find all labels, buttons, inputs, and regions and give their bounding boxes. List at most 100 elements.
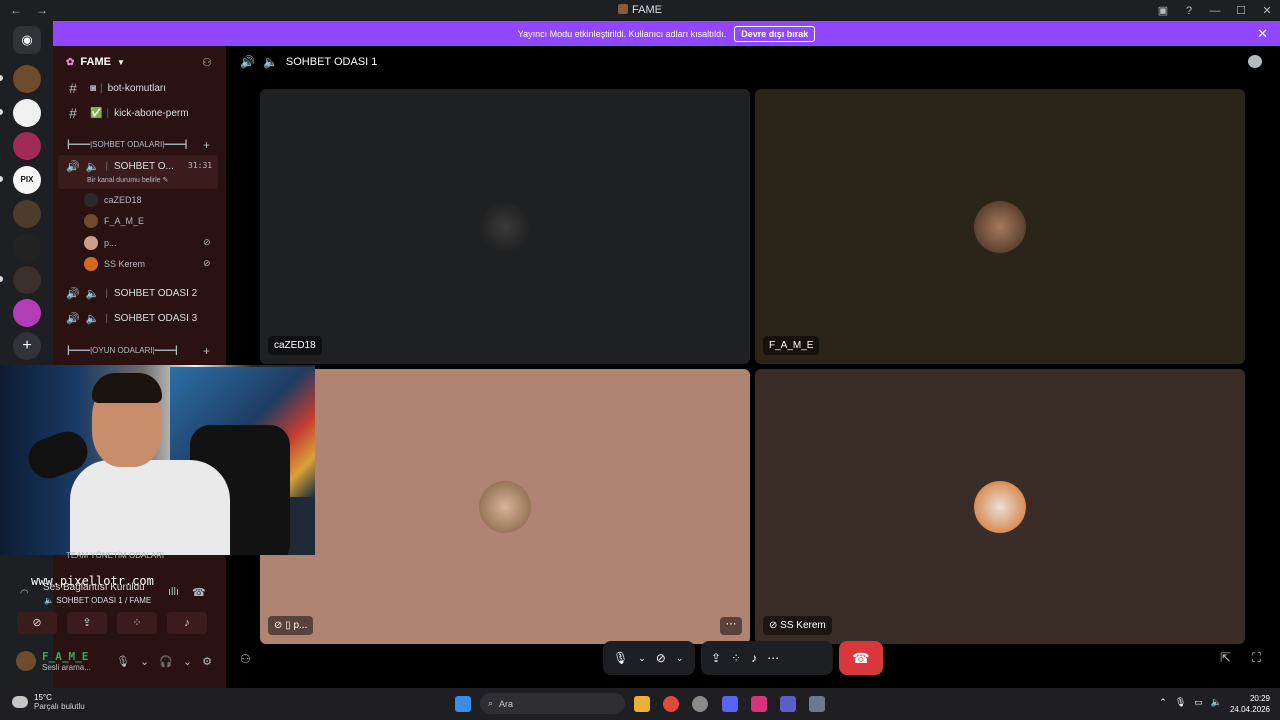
- share-screen-icon[interactable]: ⇪: [711, 651, 721, 665]
- chat-icon[interactable]: [1248, 55, 1262, 68]
- microphone-icon[interactable]: 🎙: [613, 651, 628, 665]
- participant-name: p...: [293, 620, 308, 631]
- teams-icon[interactable]: [780, 696, 796, 712]
- streamer-mode-banner: Yayıncı Modu etkinleştirildi. Kullanıcı …: [53, 21, 1280, 46]
- voice-channel[interactable]: 🔊 🔈 | SOHBET ODASI 2: [62, 287, 197, 300]
- soundboard-icon[interactable]: ♪: [751, 651, 757, 665]
- temperature: 15°C: [34, 693, 52, 702]
- camera-off-icon[interactable]: ⊘: [656, 651, 666, 665]
- title-bar: ← → FAME ▣ ? — ☐ ✕: [0, 0, 1280, 21]
- add-channel-icon[interactable]: +: [203, 138, 210, 152]
- add-member-icon[interactable]: ⚇: [202, 56, 212, 69]
- server-icon[interactable]: [13, 266, 41, 294]
- toggle-camera-button[interactable]: ⊘: [17, 612, 57, 634]
- more-icon[interactable]: ⋯: [767, 651, 779, 665]
- discord-home-icon[interactable]: ◉: [13, 26, 41, 54]
- category-sohbet-odalari[interactable]: ┣━━━━|SOHBET ODALARI|━━━━┫: [66, 140, 188, 149]
- voice-user[interactable]: F_A_M_E: [84, 214, 144, 228]
- microphone-icon[interactable]: 🎙: [1175, 697, 1186, 708]
- participant-name: F_A_M_E: [763, 336, 820, 355]
- voice-channel[interactable]: 🔊 🔈 | SOHBET ODASI 3: [62, 312, 197, 325]
- avatar: [84, 257, 98, 271]
- chevron-down-icon[interactable]: ⌄: [183, 655, 192, 668]
- video-tile[interactable]: ⊘ SS Kerem: [755, 369, 1245, 644]
- participant-name: SS Kerem: [780, 620, 826, 631]
- file-explorer-icon[interactable]: [634, 696, 650, 712]
- channel-kick-abone-perm[interactable]: # ✅ | kick-abone-perm: [62, 105, 188, 121]
- avatar: [84, 214, 98, 228]
- signal-icon[interactable]: ◠: [20, 588, 29, 599]
- voice-user[interactable]: caZED18: [84, 193, 142, 207]
- more-options-icon[interactable]: ⋯: [720, 617, 742, 635]
- app-icon: [618, 4, 629, 14]
- add-channel-icon[interactable]: +: [203, 344, 210, 358]
- microphone-icon[interactable]: 🎙: [116, 655, 130, 668]
- server-icon[interactable]: [13, 299, 41, 327]
- channel-bot-komutlari[interactable]: # ◙ | bot-komutları: [62, 80, 166, 96]
- server-icon[interactable]: [13, 233, 41, 261]
- checkmark-icon: ✅: [90, 107, 103, 119]
- popout-icon[interactable]: ⇱: [1220, 650, 1231, 666]
- server-icon[interactable]: [13, 65, 41, 93]
- category-team-yonetim[interactable]: TEAM YÖNETİM ODALARI: [66, 551, 164, 560]
- fullscreen-icon[interactable]: ⛶: [1252, 650, 1261, 666]
- channel-status[interactable]: Bir kanal durumu belirle ✎: [87, 176, 168, 184]
- video-tile[interactable]: F_A_M_E: [755, 89, 1245, 364]
- screen-icon[interactable]: ▣: [1150, 4, 1176, 17]
- headphones-icon[interactable]: 🎧: [159, 655, 173, 668]
- gear-icon[interactable]: ⚙: [202, 655, 212, 668]
- server-icon[interactable]: [13, 99, 41, 127]
- minimize-button[interactable]: —: [1202, 5, 1228, 17]
- chevron-down-icon[interactable]: ⌄: [676, 653, 684, 664]
- video-tile[interactable]: ⊘ ▯ p... ⋯: [260, 369, 750, 644]
- voice-user-name: p...: [104, 238, 117, 248]
- share-screen-button[interactable]: ⇪: [67, 612, 107, 634]
- divider: |: [100, 82, 103, 94]
- maximize-button[interactable]: ☐: [1228, 4, 1254, 17]
- robot-icon: ◙: [90, 82, 97, 94]
- instagram-icon[interactable]: [751, 696, 767, 712]
- invite-icon[interactable]: ⚇: [240, 652, 251, 666]
- search-bar[interactable]: ⌕ Ara: [480, 693, 625, 714]
- speaker-icon: 🔊: [66, 313, 80, 325]
- close-window-button[interactable]: ✕: [1254, 4, 1280, 17]
- disconnect-icon[interactable]: ☎: [192, 586, 206, 599]
- soundboard-button[interactable]: ♪: [167, 612, 207, 634]
- server-icon[interactable]: [13, 200, 41, 228]
- voice-user[interactable]: SS Kerem: [84, 257, 145, 271]
- chevron-down-icon[interactable]: ⌄: [140, 655, 149, 668]
- chrome-icon[interactable]: [663, 696, 679, 712]
- person-hair: [92, 373, 162, 403]
- server-header[interactable]: ✿ FAME ▼: [66, 56, 125, 68]
- windows-start-icon[interactable]: [455, 696, 471, 712]
- activities-button[interactable]: ⁘: [117, 612, 157, 634]
- chevron-down-icon[interactable]: ⌄: [638, 653, 646, 664]
- network-icon[interactable]: ▭: [1194, 697, 1203, 708]
- discord-icon[interactable]: [722, 696, 738, 712]
- activities-icon[interactable]: ⁘: [731, 651, 741, 665]
- close-icon[interactable]: ✕: [1257, 26, 1268, 42]
- add-server-icon[interactable]: +: [13, 332, 41, 360]
- weather-widget[interactable]: 15°C Parçalı bulutlu: [12, 693, 85, 711]
- server-icon[interactable]: [13, 132, 41, 160]
- help-icon[interactable]: ?: [1176, 5, 1202, 17]
- chevron-up-icon[interactable]: ⌃: [1159, 697, 1167, 708]
- search-placeholder: Ara: [499, 698, 514, 709]
- server-icon[interactable]: PIX: [13, 166, 41, 194]
- disconnect-button[interactable]: ☎: [839, 641, 883, 675]
- person-shirt: [70, 460, 230, 555]
- app-icon[interactable]: [692, 696, 708, 712]
- volume-icon[interactable]: 🔈: [1211, 697, 1222, 708]
- voice-user-name: caZED18: [104, 195, 142, 205]
- video-tile[interactable]: caZED18: [260, 89, 750, 364]
- category-oyun-odalari[interactable]: ┣━━━━|OYUN ODALARI|━━━━┫: [66, 346, 179, 355]
- voice-channel-active[interactable]: 🔊 🔈 | SOHBET O...: [62, 160, 174, 173]
- call-channel-name: SOHBET ODASI 1: [285, 56, 378, 68]
- noise-suppression-icon[interactable]: ıllı: [168, 586, 179, 598]
- user-panel[interactable]: F_A_M_E Sesli arama...: [16, 650, 91, 672]
- user-status: Sesli arama...: [42, 663, 91, 672]
- calculator-icon[interactable]: [809, 696, 825, 712]
- disable-streamer-mode-button[interactable]: Devre dışı bırak: [734, 25, 816, 42]
- clock[interactable]: 20:29 24.04.2026: [1230, 693, 1270, 715]
- voice-user[interactable]: p...: [84, 236, 117, 250]
